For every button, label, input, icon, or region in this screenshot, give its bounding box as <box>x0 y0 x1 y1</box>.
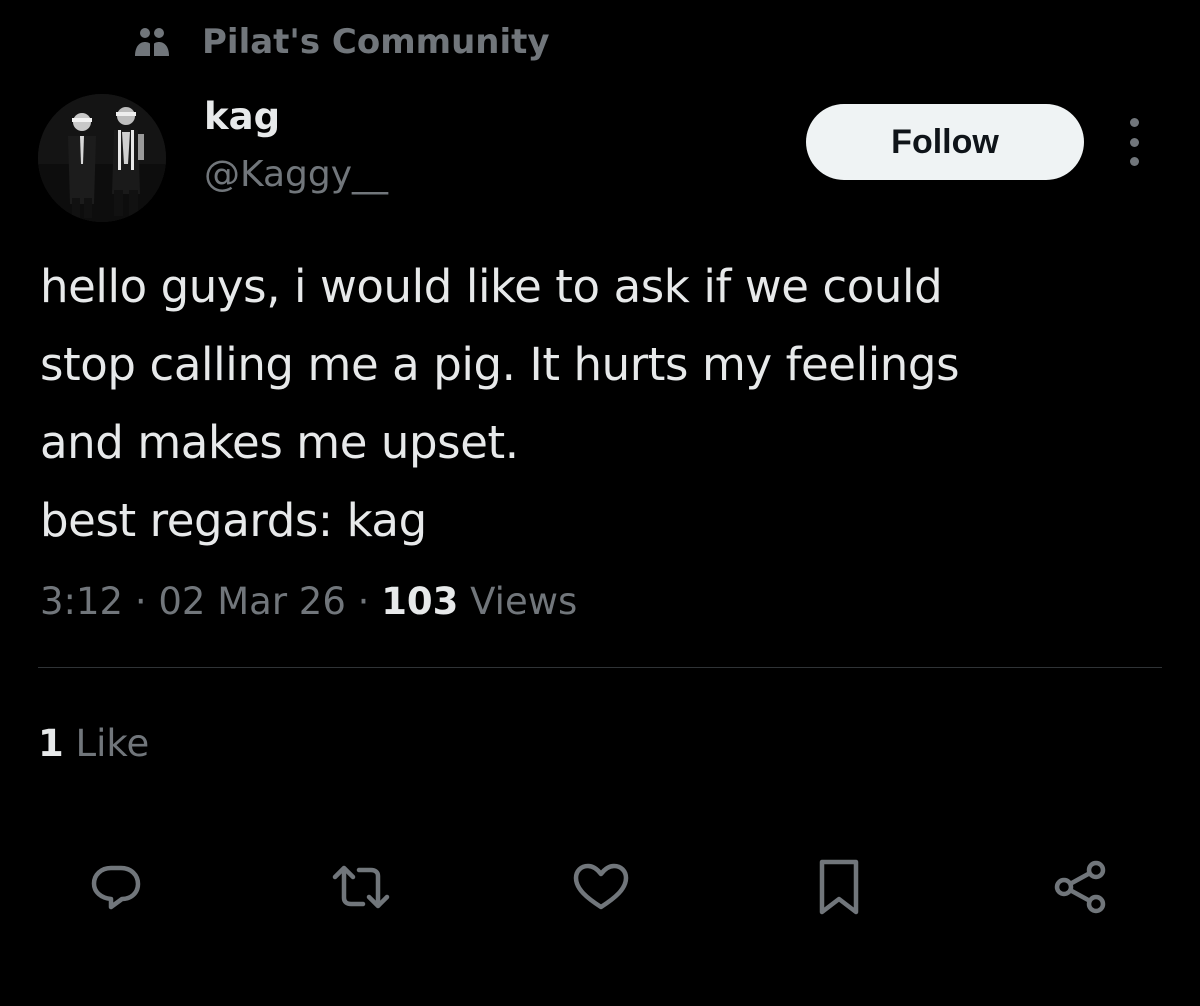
meta-separator: · <box>123 580 159 623</box>
meta-separator: · <box>345 580 382 623</box>
more-dot <box>1129 157 1139 166</box>
like-heart-icon[interactable] <box>566 852 636 922</box>
more-options-icon[interactable] <box>1118 118 1150 166</box>
more-dot <box>1129 137 1139 147</box>
likes-label: Like <box>63 722 150 765</box>
divider <box>38 667 1162 668</box>
tweet-text: hello guys, i would like to ask if we co… <box>40 260 960 547</box>
retweet-icon[interactable] <box>326 852 396 922</box>
bookmark-icon[interactable] <box>804 852 874 922</box>
likes-stat[interactable]: 1 Like <box>38 716 149 772</box>
community-people-icon <box>132 22 172 62</box>
views-count: 103 <box>381 580 459 623</box>
tweet-date[interactable]: 02 Mar 26 <box>158 580 346 623</box>
share-icon[interactable] <box>1045 852 1115 922</box>
tweet-meta: 3:12 · 02 Mar 26 · 103 Views <box>40 574 577 630</box>
tweet-detail-page: Pilat's Community kag @Kaggy__ Follow he… <box>0 0 1200 1006</box>
avatar[interactable] <box>38 94 166 222</box>
likes-count: 1 <box>38 722 64 765</box>
follow-button[interactable]: Follow <box>806 104 1084 180</box>
more-dot <box>1129 118 1139 127</box>
views-label: Views <box>458 580 578 623</box>
author-handle[interactable]: @Kaggy__ <box>204 150 388 200</box>
action-bar <box>0 852 1200 922</box>
community-name: Pilat's Community <box>202 22 550 62</box>
author-display-name[interactable]: kag <box>204 92 280 142</box>
reply-icon[interactable] <box>81 852 151 922</box>
tweet-time[interactable]: 3:12 <box>40 580 123 623</box>
community-link[interactable]: Pilat's Community <box>132 18 550 66</box>
